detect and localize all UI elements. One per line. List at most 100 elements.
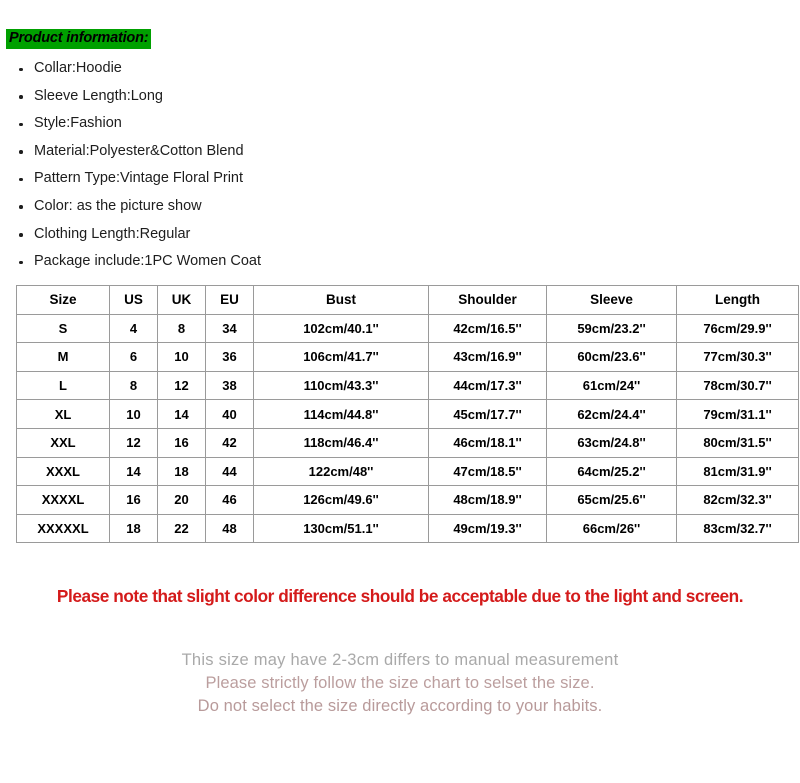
table-row: S 4 8 34 102cm/40.1'' 42cm/16.5'' 59cm/23.2'' 7… <box>16 313 799 344</box>
table-cell: 12 <box>109 427 158 458</box>
table-cell: 38 <box>205 370 254 401</box>
table-cell: 48 <box>205 513 254 544</box>
table-cell: 14 <box>109 456 158 487</box>
product-information-heading-wrap: Product information: <box>6 29 152 49</box>
table-cell: 81cm/31.9'' <box>676 456 799 487</box>
column-header: Bust <box>253 285 429 315</box>
table-cell: 77cm/30.3'' <box>676 342 799 372</box>
table-cell: 42 <box>205 427 254 458</box>
size-chart-body: S 4 8 34 102cm/40.1'' 42cm/16.5'' 59cm/23.2'' 7… <box>16 313 799 544</box>
table-cell: XXL <box>16 427 110 458</box>
table-cell: 118cm/46.4'' <box>253 427 429 458</box>
table-cell: 48cm/18.9'' <box>428 485 547 515</box>
table-cell: 46 <box>205 485 254 515</box>
product-info-item: Color: as the picture show <box>0 193 480 221</box>
table-cell: XL <box>16 399 110 429</box>
measurement-notes: This size may have 2-3cm differs to manu… <box>0 648 800 717</box>
table-header-row: Size US UK EU Bust Shoulder Sleeve Length <box>16 285 799 315</box>
product-info-item: Sleeve Length:Long <box>0 83 480 111</box>
table-cell: 22 <box>157 513 206 544</box>
product-info-item: Package include:1PC Women Coat <box>0 248 480 276</box>
table-row: XXL 12 16 42 118cm/46.4'' 46cm/18.1'' 63cm/24.… <box>16 427 799 458</box>
product-info-item: Style:Fashion <box>0 110 480 138</box>
table-cell: 43cm/16.9'' <box>428 342 547 372</box>
table-cell: 14 <box>157 399 206 429</box>
table-cell: 16 <box>157 427 206 458</box>
table-cell: 66cm/26'' <box>546 513 677 544</box>
table-cell: 62cm/24.4'' <box>546 399 677 429</box>
table-row: XXXXL 16 20 46 126cm/49.6'' 48cm/18.9'' 65cm/2… <box>16 485 799 515</box>
table-cell: 49cm/19.3'' <box>428 513 547 544</box>
table-cell: 4 <box>109 313 158 344</box>
size-chart-header: Size US UK EU Bust Shoulder Sleeve Length <box>16 285 799 315</box>
column-header: Size <box>16 285 110 315</box>
table-cell: XXXXXL <box>16 513 110 544</box>
table-cell: 82cm/32.3'' <box>676 485 799 515</box>
table-cell: 18 <box>157 456 206 487</box>
table-cell: 6 <box>109 342 158 372</box>
table-cell: 102cm/40.1'' <box>253 313 429 344</box>
table-cell: 40 <box>205 399 254 429</box>
table-cell: 47cm/18.5'' <box>428 456 547 487</box>
table-cell: XXXL <box>16 456 110 487</box>
column-header: EU <box>205 285 254 315</box>
table-cell: 44 <box>205 456 254 487</box>
table-row: M 6 10 36 106cm/41.7'' 43cm/16.9'' 60cm/23.6''… <box>16 342 799 372</box>
product-info-item: Pattern Type:Vintage Floral Print <box>0 165 480 193</box>
table-cell: 42cm/16.5'' <box>428 313 547 344</box>
table-cell: 10 <box>157 342 206 372</box>
table-cell: 63cm/24.8'' <box>546 427 677 458</box>
table-cell: S <box>16 313 110 344</box>
table-cell: 114cm/44.8'' <box>253 399 429 429</box>
table-cell: 122cm/48'' <box>253 456 429 487</box>
table-cell: XXXXL <box>16 485 110 515</box>
measurement-note-line-3: Do not select the size directly accordin… <box>197 697 603 715</box>
table-cell: 36 <box>205 342 254 372</box>
table-row: XL 10 14 40 114cm/44.8'' 45cm/17.7'' 62cm/24.4… <box>16 399 799 429</box>
table-cell: 65cm/25.6'' <box>546 485 677 515</box>
table-cell: 83cm/32.7'' <box>676 513 799 544</box>
table-row: XXXXXL 18 22 48 130cm/51.1'' 49cm/19.3'' 66cm/… <box>16 513 799 544</box>
table-cell: 78cm/30.7'' <box>676 370 799 401</box>
table-cell: 46cm/18.1'' <box>428 427 547 458</box>
table-row: L 8 12 38 110cm/43.3'' 44cm/17.3'' 61cm/24'' 78… <box>16 370 799 401</box>
measurement-note-line-2: Please strictly follow the size chart to… <box>205 674 595 692</box>
column-header: US <box>109 285 158 315</box>
table-cell: M <box>16 342 110 372</box>
table-cell: 76cm/29.9'' <box>676 313 799 344</box>
column-header: Length <box>676 285 799 315</box>
table-cell: 106cm/41.7'' <box>253 342 429 372</box>
measurement-note-line-1: This size may have 2-3cm differs to manu… <box>181 651 619 669</box>
product-info-item: Clothing Length:Regular <box>0 221 480 249</box>
column-header: Sleeve <box>546 285 677 315</box>
product-info-item: Collar:Hoodie <box>0 55 480 83</box>
color-difference-notice: Please note that slight color difference… <box>56 586 744 606</box>
table-cell: 61cm/24'' <box>546 370 677 401</box>
table-row: XXXL 14 18 44 122cm/48'' 47cm/18.5'' 64cm/25.2… <box>16 456 799 487</box>
column-header: Shoulder <box>428 285 547 315</box>
table-cell: 8 <box>157 313 206 344</box>
table-cell: 12 <box>157 370 206 401</box>
table-cell: 59cm/23.2'' <box>546 313 677 344</box>
table-cell: 34 <box>205 313 254 344</box>
table-cell: 18 <box>109 513 158 544</box>
table-cell: 45cm/17.7'' <box>428 399 547 429</box>
size-chart-table: Size US UK EU Bust Shoulder Sleeve Length S 4 8 34… <box>16 285 799 544</box>
table-cell: 130cm/51.1'' <box>253 513 429 544</box>
table-cell: 60cm/23.6'' <box>546 342 677 372</box>
column-header: UK <box>157 285 206 315</box>
table-cell: L <box>16 370 110 401</box>
table-cell: 16 <box>109 485 158 515</box>
table-cell: 10 <box>109 399 158 429</box>
table-cell: 64cm/25.2'' <box>546 456 677 487</box>
table-cell: 80cm/31.5'' <box>676 427 799 458</box>
table-cell: 79cm/31.1'' <box>676 399 799 429</box>
table-cell: 8 <box>109 370 158 401</box>
product-info-item: Material:Polyester&Cotton Blend <box>0 138 480 166</box>
table-cell: 44cm/17.3'' <box>428 370 547 401</box>
table-cell: 126cm/49.6'' <box>253 485 429 515</box>
product-information-list: Collar:Hoodie Sleeve Length:Long Style:Fas… <box>0 55 480 276</box>
product-information-heading: Product information: <box>6 29 152 49</box>
table-cell: 20 <box>157 485 206 515</box>
table-cell: 110cm/43.3'' <box>253 370 429 401</box>
